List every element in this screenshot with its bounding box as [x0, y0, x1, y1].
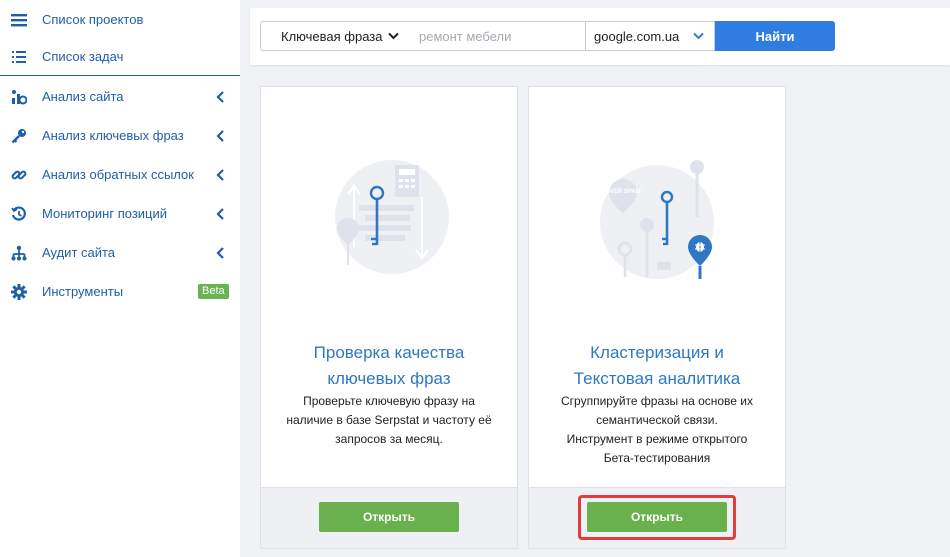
search-type-select[interactable]: Ключевая фраза — [260, 21, 410, 51]
sidebar-item-label: Список задач — [42, 49, 124, 64]
keyword-input[interactable] — [409, 21, 586, 51]
search-engine-select[interactable]: google.com.ua — [585, 21, 715, 51]
chevron-left-icon — [216, 90, 224, 103]
card-description: Сгруппируйте фразы на основе их семантич… — [561, 394, 753, 465]
sidebar: Список проектов Список задач Анализ сайт… — [0, 0, 240, 557]
search-type-label: Ключевая фраза — [281, 28, 383, 44]
sidebar-item-label: Аудит сайта — [42, 245, 116, 260]
card-title: Проверка качества ключевых фраз — [313, 343, 465, 388]
sidebar-item-backlinks[interactable]: Анализ обратных ссылок — [0, 155, 240, 194]
search-bar: Ключевая фраза google.com.ua Найти — [250, 8, 950, 65]
chevron-left-icon — [216, 207, 224, 220]
sitemap-icon — [10, 244, 28, 262]
sidebar-item-site-audit[interactable]: Аудит сайта — [0, 233, 240, 272]
sidebar-item-label: Мониторинг позиций — [42, 206, 168, 221]
sidebar-item-tasks[interactable]: Список задач — [0, 37, 240, 76]
find-button[interactable]: Найти — [715, 21, 835, 51]
link-icon — [10, 166, 28, 184]
sidebar-item-label: Список проектов — [42, 12, 144, 27]
card-footer: Открыть — [529, 487, 785, 548]
site-analysis-icon — [10, 88, 28, 106]
clustering-illustration: OVER SPAM — [600, 160, 714, 279]
sidebar-item-projects[interactable]: Список проектов — [0, 0, 240, 39]
chevron-left-icon — [216, 168, 224, 181]
sidebar-item-label: Анализ ключевых фраз — [42, 128, 184, 143]
hamburger-icon — [10, 11, 28, 29]
search-engine-label: google.com.ua — [594, 28, 680, 44]
list-icon — [10, 48, 28, 66]
sidebar-item-label: Инструменты — [42, 284, 124, 299]
sidebar-item-label: Анализ сайта — [42, 89, 124, 104]
sidebar-item-rank-tracking[interactable]: Мониторинг позиций — [0, 194, 240, 233]
sidebar-item-tools[interactable]: Инструменты Beta — [0, 272, 240, 311]
tool-card-keyword-quality: Проверка качества ключевых фраз Проверьт… — [260, 86, 518, 549]
sidebar-item-label: Анализ обратных ссылок — [42, 167, 194, 182]
tool-card-clustering: OVER SPAM Кластеризация и Текстовая анал… — [528, 86, 786, 549]
sidebar-item-site-analysis[interactable]: Анализ сайта — [0, 77, 240, 116]
chevron-down-icon — [388, 32, 399, 40]
open-button[interactable]: Открыть — [587, 502, 727, 532]
card-description: Проверьте ключевую фразу на наличие в ба… — [286, 394, 492, 446]
history-icon — [10, 205, 28, 223]
sidebar-item-keyword-analysis[interactable]: Анализ ключевых фраз — [0, 116, 240, 155]
chevron-left-icon — [216, 129, 224, 142]
chevron-down-icon — [693, 32, 704, 40]
sidebar-divider — [0, 75, 240, 76]
gear-icon — [10, 283, 28, 301]
open-button[interactable]: Открыть — [319, 502, 459, 532]
beta-badge: Beta — [198, 284, 229, 299]
keyword-check-illustration — [335, 160, 449, 274]
over-spam-label: OVER SPAM — [605, 189, 641, 195]
card-footer: Открыть — [261, 487, 517, 548]
key-icon — [10, 127, 28, 145]
card-title: Кластеризация и Текстовая аналитика — [573, 343, 741, 388]
chevron-left-icon — [216, 246, 224, 259]
